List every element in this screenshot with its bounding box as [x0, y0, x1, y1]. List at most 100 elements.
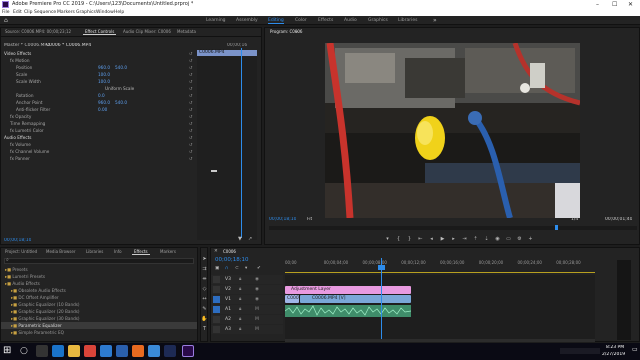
reset-icon[interactable]: ↺ [189, 141, 193, 148]
effect-controls-timecode[interactable]: 00;00;18;10 [4, 238, 31, 243]
effects-tree-item[interactable]: ▸■ Simple Parametric EQ [1, 329, 197, 336]
tab-media-browser[interactable]: Media Browser [44, 248, 78, 255]
go-out-icon[interactable]: ⇥ [460, 236, 469, 243]
razor-tool-icon[interactable]: ◇ [201, 286, 208, 293]
play-icon[interactable]: ▶ [438, 236, 447, 243]
track-target-toggle[interactable] [213, 306, 220, 313]
close-tab-icon[interactable]: ✕ [214, 248, 218, 255]
tab-project[interactable]: Project: Untitled [3, 248, 39, 255]
extract-icon[interactable]: ⇣ [482, 236, 491, 243]
effect-row[interactable]: fx Opacity ↺ [1, 113, 195, 120]
effect-row[interactable]: fx Motion ↺ [1, 57, 195, 64]
effects-tree-item[interactable]: ▸■ DC Offset Amplifier [1, 294, 197, 301]
effect-row[interactable]: fx Volume ↺ [1, 141, 195, 148]
go-in-icon[interactable]: ⇤ [416, 236, 425, 243]
effect-row[interactable]: Time Remapping ↺ [1, 120, 195, 127]
selection-tool-icon[interactable]: ➤ [201, 256, 208, 263]
file-explorer-icon[interactable] [68, 345, 80, 357]
lock-icon[interactable]: 🔒︎ [239, 296, 241, 303]
taskbar-search-icon[interactable]: ○ [20, 344, 28, 358]
timeline-playhead[interactable] [381, 258, 382, 340]
reset-icon[interactable]: ↺ [189, 155, 193, 162]
workspace-graphics[interactable]: Graphics [368, 18, 388, 23]
fit-dropdown[interactable]: Fit [307, 217, 312, 222]
type-tool-icon[interactable]: T [201, 326, 208, 333]
wrench-icon[interactable]: ✔ [257, 266, 261, 271]
effects-tree-item[interactable]: ▸■ Graphic Equalizer (10 Bands) [1, 301, 197, 308]
tab-metadata[interactable]: Metadata [175, 28, 198, 35]
reset-icon[interactable]: ↺ [189, 127, 193, 134]
in-icon[interactable]: { [394, 236, 403, 243]
workspace-effects[interactable]: Effects [318, 18, 333, 23]
minimize-button[interactable]: – [596, 0, 599, 9]
maximize-button[interactable]: ☐ [612, 0, 617, 9]
export-frame-icon[interactable]: ◉ [493, 236, 502, 243]
effect-value[interactable]: 0.00 [98, 106, 107, 113]
add-marker-icon[interactable]: ▾ [245, 266, 247, 271]
tab-program[interactable]: Program: C0006 [268, 28, 304, 35]
task-view-icon[interactable] [36, 345, 48, 357]
notifications-icon[interactable]: ▭ [632, 346, 638, 353]
timeline-scrollbar[interactable] [285, 339, 595, 342]
workspace-color[interactable]: Color [295, 18, 307, 23]
media-encoder-icon[interactable] [164, 345, 176, 357]
step-forward-icon[interactable]: ▸ [449, 236, 458, 243]
effect-row[interactable]: Rotation 0.0 ↺ [1, 92, 195, 99]
lock-icon[interactable]: 🔒︎ [239, 306, 241, 313]
track-header[interactable]: A1 🔒︎ M [211, 305, 283, 314]
workspace-assembly[interactable]: Assembly [236, 18, 258, 23]
menu-window[interactable]: Window [96, 9, 114, 16]
effect-row[interactable]: Audio Effects ↺ [1, 134, 195, 141]
workspace-learning[interactable]: Learning [206, 18, 226, 23]
effects-tree-item[interactable]: ▸■ Presets [1, 266, 197, 273]
menu-graphics[interactable]: Graphics [76, 9, 96, 16]
effect-value[interactable]: Uniform Scale [105, 85, 134, 92]
effect-value[interactable]: 540.0 [115, 64, 127, 71]
pen-tool-icon[interactable]: ✎ [201, 306, 208, 313]
nest-icon[interactable]: ▣ [215, 266, 219, 271]
settings-icon[interactable]: ⚙ [515, 236, 524, 243]
program-timecode[interactable]: 00;00;18;10 [269, 217, 296, 222]
mail-icon[interactable] [116, 345, 128, 357]
eye-icon[interactable]: ◉ [255, 286, 259, 293]
menu-edit[interactable]: Edit [13, 9, 22, 16]
effect-row[interactable]: Anchor Point 960.0 540.0 ↺ [1, 99, 195, 106]
menu-help[interactable]: Help [114, 9, 124, 16]
step-back-icon[interactable]: ◂ [427, 236, 436, 243]
track-header[interactable]: V3 🔒︎ ◉ [211, 275, 283, 284]
reset-icon[interactable]: ↺ [189, 85, 193, 92]
reset-icon[interactable]: ↺ [189, 57, 193, 64]
effect-row[interactable]: Uniform Scale ↺ [1, 85, 195, 92]
effect-value[interactable]: 960.0 [98, 99, 110, 106]
photos-icon[interactable] [148, 345, 160, 357]
menu-file[interactable]: File [2, 9, 10, 16]
export-icon[interactable]: ↗ [248, 236, 252, 242]
eye-icon[interactable]: ◉ [255, 296, 259, 303]
tab-source[interactable]: Source: C0006.MP4: 00;00;23;12 [3, 28, 73, 35]
effect-row[interactable]: Anti-flicker Filter 0.00 ↺ [1, 106, 195, 113]
workspace-editing[interactable]: Editing [268, 18, 284, 24]
lock-icon[interactable]: 🔒︎ [239, 286, 241, 293]
track-header[interactable]: A2 🔒︎ M [211, 315, 283, 324]
lock-icon[interactable]: 🔒︎ [239, 316, 241, 323]
reset-icon[interactable]: ↺ [189, 99, 193, 106]
effects-tree-item[interactable]: ▸■ Parametric Equalizer [1, 322, 197, 329]
playhead-handle[interactable] [378, 265, 385, 270]
effects-search-input[interactable] [4, 258, 194, 264]
lock-icon[interactable]: 🔒︎ [239, 276, 241, 283]
mini-timeline-clip[interactable]: C0006.MP4 [197, 50, 257, 56]
effect-row[interactable]: fx Panner ↺ [1, 155, 195, 162]
system-tray[interactable] [560, 348, 600, 354]
hand-tool-icon[interactable]: ✋ [201, 316, 208, 323]
tab-effects[interactable]: Effects [132, 248, 150, 255]
track-header[interactable]: A3 🔒︎ M [211, 325, 283, 334]
marker-icon[interactable]: ▾ [383, 236, 392, 243]
track-target-toggle[interactable] [213, 326, 220, 333]
sequence-clip-label[interactable]: C0006 * C0006.MP4 [46, 43, 91, 48]
windows-start-icon[interactable]: ⊞ [3, 344, 11, 358]
lift-icon[interactable]: ⇡ [471, 236, 480, 243]
premiere-taskbar-icon[interactable] [182, 345, 194, 357]
chrome-icon[interactable] [84, 345, 96, 357]
effects-tree-item[interactable]: ▸■ Audio Effects [1, 280, 197, 287]
adjustment-layer-clip[interactable]: Adjustment Layer [285, 286, 411, 294]
